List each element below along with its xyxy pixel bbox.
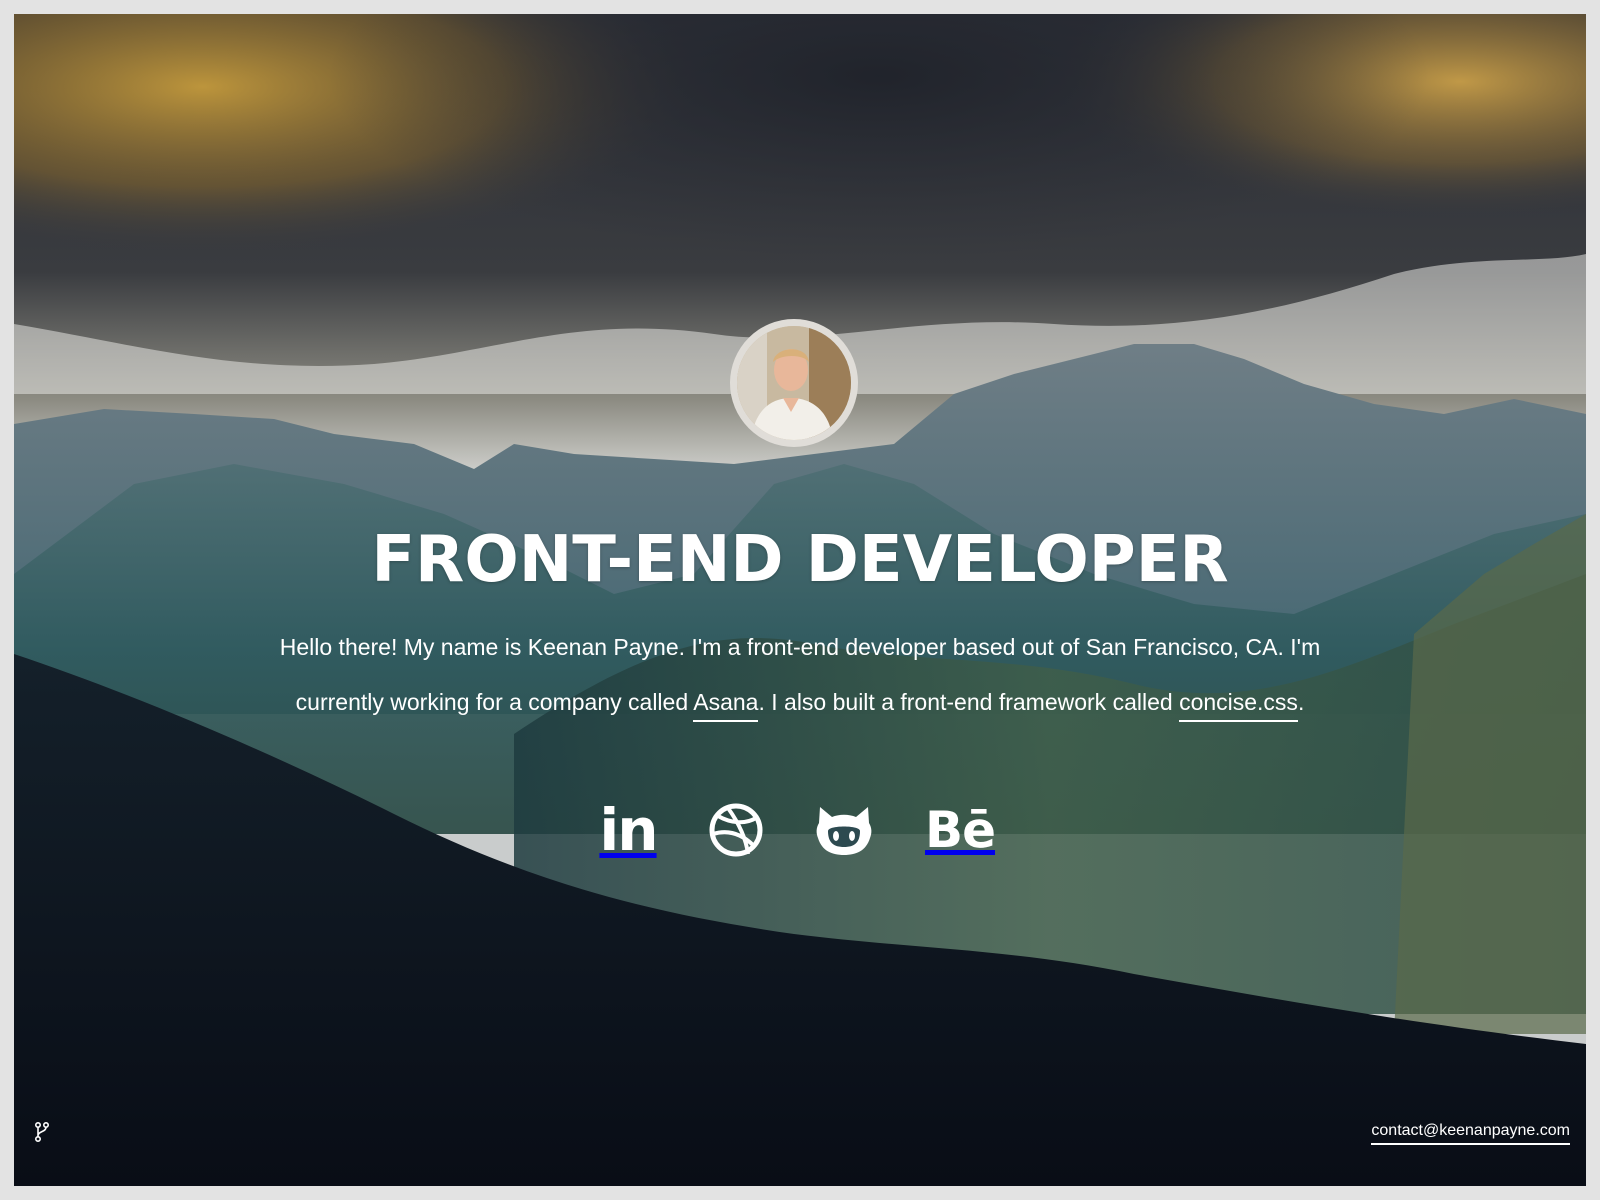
page-title: FRONT-END DEVELOPER [371,523,1229,597]
behance-link[interactable]: Bē [920,798,1000,862]
fork-icon[interactable] [32,1120,52,1144]
profile-photo [737,326,851,440]
contact-email-link[interactable]: contact@keenanpayne.com [1371,1122,1570,1145]
bio-text-end: . [1297,689,1305,715]
bio-text-before-company: currently working for a company called [295,689,694,715]
github-icon [816,807,872,855]
bio-line-2: currently working for a company called A… [14,687,1586,722]
page-frame: FRONT-END DEVELOPER Hello there! My name… [14,14,1586,1186]
profile-avatar [730,319,858,447]
dribbble-link[interactable] [704,798,768,862]
linkedin-link[interactable]: in [596,798,660,862]
github-link[interactable] [812,798,876,862]
social-links: in Bē [14,798,1586,862]
bio-line-1: Hello there! My name is Keenan Payne. I'… [279,634,1321,660]
dribbble-icon [709,803,763,857]
hero-section: FRONT-END DEVELOPER Hello there! My name… [14,14,1586,1186]
bio-text-middle: . I also built a front-end framework cal… [758,689,1180,715]
concise-css-link[interactable]: concise.css [1179,689,1298,722]
linkedin-icon: in [599,796,658,864]
asana-link[interactable]: Asana [693,689,759,722]
behance-icon: Bē [924,801,996,859]
